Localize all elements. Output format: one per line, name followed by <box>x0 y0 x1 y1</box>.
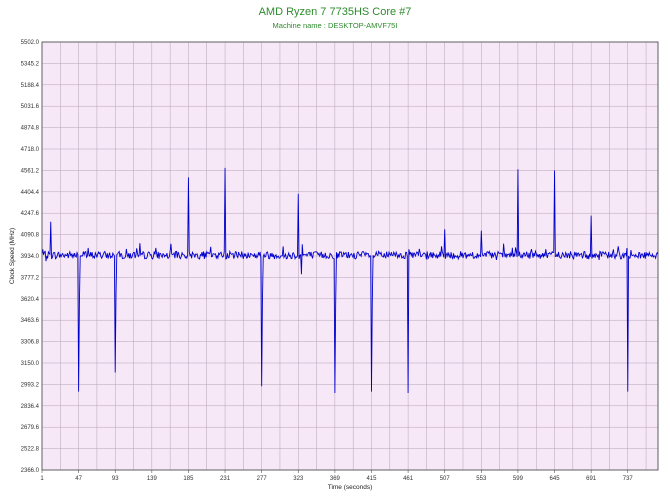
x-tick-label: 645 <box>550 476 561 482</box>
x-tick-label: 323 <box>293 476 304 482</box>
x-tick-label: 553 <box>476 476 487 482</box>
y-tick-label: 5188.4 <box>21 83 40 89</box>
y-tick-label: 2366.0 <box>21 468 40 474</box>
y-tick-label: 3150.0 <box>21 361 40 367</box>
y-tick-label: 5502.0 <box>21 40 40 46</box>
x-tick-label: 47 <box>75 476 82 482</box>
y-tick-label: 3306.8 <box>21 340 40 346</box>
x-tick-label: 461 <box>403 476 414 482</box>
y-tick-label: 4718.0 <box>21 147 40 153</box>
y-tick-label: 4561.2 <box>21 168 40 174</box>
y-tick-label: 3934.0 <box>21 254 40 260</box>
y-tick-label: 2993.2 <box>21 382 40 388</box>
x-tick-label: 369 <box>330 476 341 482</box>
y-tick-label: 2522.8 <box>21 447 40 453</box>
plot-area: 2366.0 2522.8 2679.6 2836.4 2993.2 3150.0 3306… <box>9 40 659 491</box>
x-tick-label: 1 <box>40 476 44 482</box>
y-tick-label: 4247.6 <box>21 211 40 217</box>
chart: AMD Ryzen 7 7735HS Core #7 Machine name … <box>0 0 670 503</box>
x-tick-label: 139 <box>147 476 158 482</box>
y-tick-label: 4404.4 <box>21 190 40 196</box>
x-tick-label: 599 <box>513 476 524 482</box>
x-tick-label: 507 <box>440 476 451 482</box>
y-tick-label: 2836.4 <box>21 404 40 410</box>
y-tick-label: 3620.4 <box>21 297 40 303</box>
x-tick-label: 737 <box>623 476 634 482</box>
y-tick-label: 2679.6 <box>21 425 40 431</box>
x-tick-label: 231 <box>220 476 231 482</box>
y-tick-label: 5345.2 <box>21 61 40 67</box>
x-tick-label: 415 <box>366 476 377 482</box>
y-axis-label: Clock Speed (MHz) <box>9 228 16 284</box>
y-tick-label: 3777.2 <box>21 275 40 281</box>
x-tick-label: 691 <box>586 476 597 482</box>
y-tick-label: 5031.6 <box>21 104 40 110</box>
x-axis-label: Time (seconds) <box>328 484 373 491</box>
y-tick-label: 4090.8 <box>21 233 40 239</box>
x-tick-label: 93 <box>112 476 119 482</box>
x-tick-label: 185 <box>183 476 194 482</box>
x-tick-label: 277 <box>257 476 268 482</box>
y-tick-label: 3463.6 <box>21 318 40 324</box>
y-tick-label: 4874.8 <box>21 126 40 132</box>
